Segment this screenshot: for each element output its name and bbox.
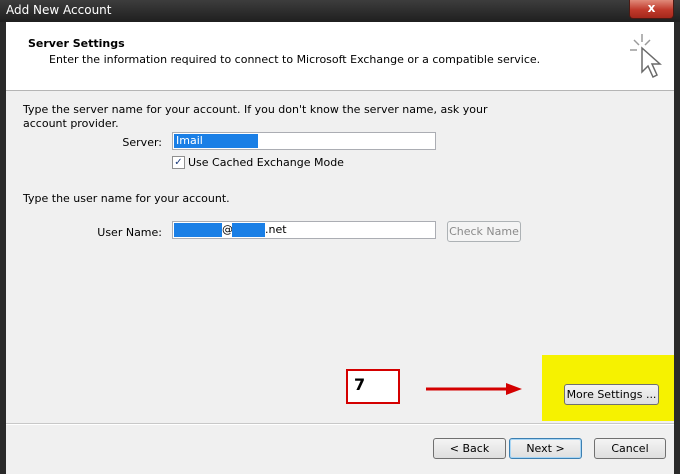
- close-icon: x: [647, 1, 656, 15]
- checkmark-icon: ✓: [174, 157, 183, 168]
- username-domain: .net: [265, 223, 287, 236]
- server-label: Server:: [122, 136, 162, 149]
- wizard-header: Server Settings Enter the information re…: [6, 22, 674, 91]
- page-title: Server Settings: [28, 37, 125, 50]
- user-instructions: Type the user name for your account.: [23, 192, 230, 205]
- title-bar: Add New Account x: [0, 0, 680, 22]
- check-name-button[interactable]: Check Name: [447, 221, 521, 242]
- username-label: User Name:: [97, 226, 162, 239]
- server-value: Imail: [176, 134, 203, 147]
- redacted-domain: [232, 223, 265, 237]
- dialog-body: Server Settings Enter the information re…: [6, 22, 674, 474]
- server-instructions-line1: Type the server name for your account. I…: [23, 103, 488, 116]
- more-settings-button[interactable]: More Settings ...: [564, 384, 659, 405]
- annotation-step-box: 7: [346, 369, 400, 404]
- cancel-button[interactable]: Cancel: [594, 438, 666, 459]
- server-instructions-line2: account provider.: [23, 117, 119, 130]
- cached-mode-checkbox[interactable]: ✓: [172, 156, 185, 169]
- server-input[interactable]: Imail: [172, 132, 436, 150]
- next-button[interactable]: Next >: [509, 438, 582, 459]
- close-button[interactable]: x: [629, 0, 674, 19]
- footer-divider: [6, 423, 674, 425]
- username-input[interactable]: @ .net: [172, 221, 436, 239]
- back-button[interactable]: < Back: [433, 438, 506, 459]
- page-subtitle: Enter the information required to connec…: [49, 53, 541, 66]
- annotation-step-number: 7: [354, 375, 366, 394]
- cached-mode-label: Use Cached Exchange Mode: [188, 156, 344, 169]
- window-title: Add New Account: [6, 3, 112, 17]
- cursor-sparkle-icon: [630, 34, 662, 79]
- annotation-arrow-icon: [426, 383, 522, 395]
- redacted-username: [174, 223, 222, 237]
